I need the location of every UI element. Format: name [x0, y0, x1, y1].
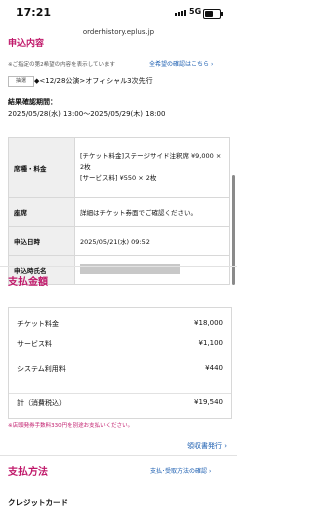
total-value: ¥19,540 — [194, 398, 223, 406]
second-choice-note: ※ご指定の第2希望の内容を表示しています — [8, 62, 115, 68]
fee-label: チケット料金 — [17, 320, 59, 328]
seat-fee-value: [チケット料金]ステージサイド注釈席 ¥9,000 × 2枚 [サービス料] ¥… — [74, 137, 230, 198]
period-value: 2025/05/28(水) 13:00～2025/05/29(木) 18:00 — [8, 110, 166, 118]
seat-value: 詳細はチケット券面でご確認ください。 — [74, 197, 230, 227]
table-header-cell: 座席 — [8, 197, 75, 227]
table-row: 席種・料金 [チケット料金]ステージサイド注釈席 ¥9,000 × 2枚 [サー… — [8, 137, 230, 198]
table-header-cell: 申込日時 — [8, 226, 75, 256]
payment-method-value: クレジットカード — [8, 498, 68, 507]
fee-row: サービス料 ¥1,100 — [17, 339, 223, 349]
application-section-title: 申込内容 — [8, 39, 45, 49]
divider — [0, 266, 237, 267]
fee-value: ¥440 — [205, 364, 223, 372]
table-header-cell: 席種・料金 — [8, 137, 75, 198]
lottery-tag: 抽選 — [8, 76, 34, 87]
chevron-right-icon: › — [208, 468, 212, 475]
handling-fee-note: ※店頭発券手数料330円を別途お支払いください。 — [8, 423, 134, 429]
fee-value: ¥18,000 — [194, 319, 223, 327]
total-row: 計（消費税込） ¥19,540 — [17, 398, 223, 408]
application-datetime-value: 2025/05/21(水) 09:52 — [74, 226, 230, 256]
all-choices-link-label: 全希望の確認はこちら — [149, 61, 210, 68]
application-details-table: 席種・料金 [チケット料金]ステージサイド注釈席 ¥9,000 × 2枚 [サー… — [8, 137, 230, 285]
chevron-right-icon: › — [224, 442, 227, 450]
address-bar[interactable]: orderhistory.eplus.jp — [0, 28, 237, 36]
fee-label: サービス料 — [17, 340, 52, 348]
period-label: 結果確認期間： — [8, 98, 57, 106]
fee-value: ¥1,100 — [198, 339, 224, 347]
divider — [9, 393, 231, 394]
event-name: ◆<12/28公演>オフィシャル3次先行 — [34, 77, 153, 85]
receipt-link[interactable]: 領収書発行 › — [187, 441, 227, 451]
payment-amount-box: チケット料金 ¥18,000 サービス料 ¥1,100 システム利用料 ¥440… — [8, 307, 232, 419]
fee-label: システム利用料 — [17, 365, 66, 373]
scrollbar[interactable] — [232, 175, 235, 285]
divider — [0, 455, 237, 456]
status-bar: 17:21 5G — [0, 0, 237, 26]
chevron-right-icon: › — [210, 61, 214, 68]
payment-method-link-label: 支払･受取方法の確認 — [150, 468, 208, 475]
receipt-link-label: 領収書発行 — [186, 442, 222, 450]
fee-row: チケット料金 ¥18,000 — [17, 319, 223, 329]
battery-icon — [203, 9, 223, 19]
table-row: 座席 詳細はチケット券面でご確認ください。 — [8, 197, 230, 227]
payment-method-link[interactable]: 支払･受取方法の確認 › — [150, 466, 211, 475]
total-label: 計（消費税込） — [17, 399, 66, 407]
status-time: 17:21 — [16, 6, 52, 19]
payment-method-title: 支払方法 — [8, 467, 48, 478]
signal-icon — [175, 10, 186, 16]
network-label: 5G — [189, 7, 202, 16]
fee-row: システム利用料 ¥440 — [17, 364, 223, 374]
table-row: 申込日時 2025/05/21(水) 09:52 — [8, 226, 230, 256]
payment-amount-title: 支払金額 — [8, 277, 48, 288]
all-choices-link[interactable]: 全希望の確認はこちら › — [149, 59, 213, 68]
applicant-name-cell — [74, 255, 230, 285]
